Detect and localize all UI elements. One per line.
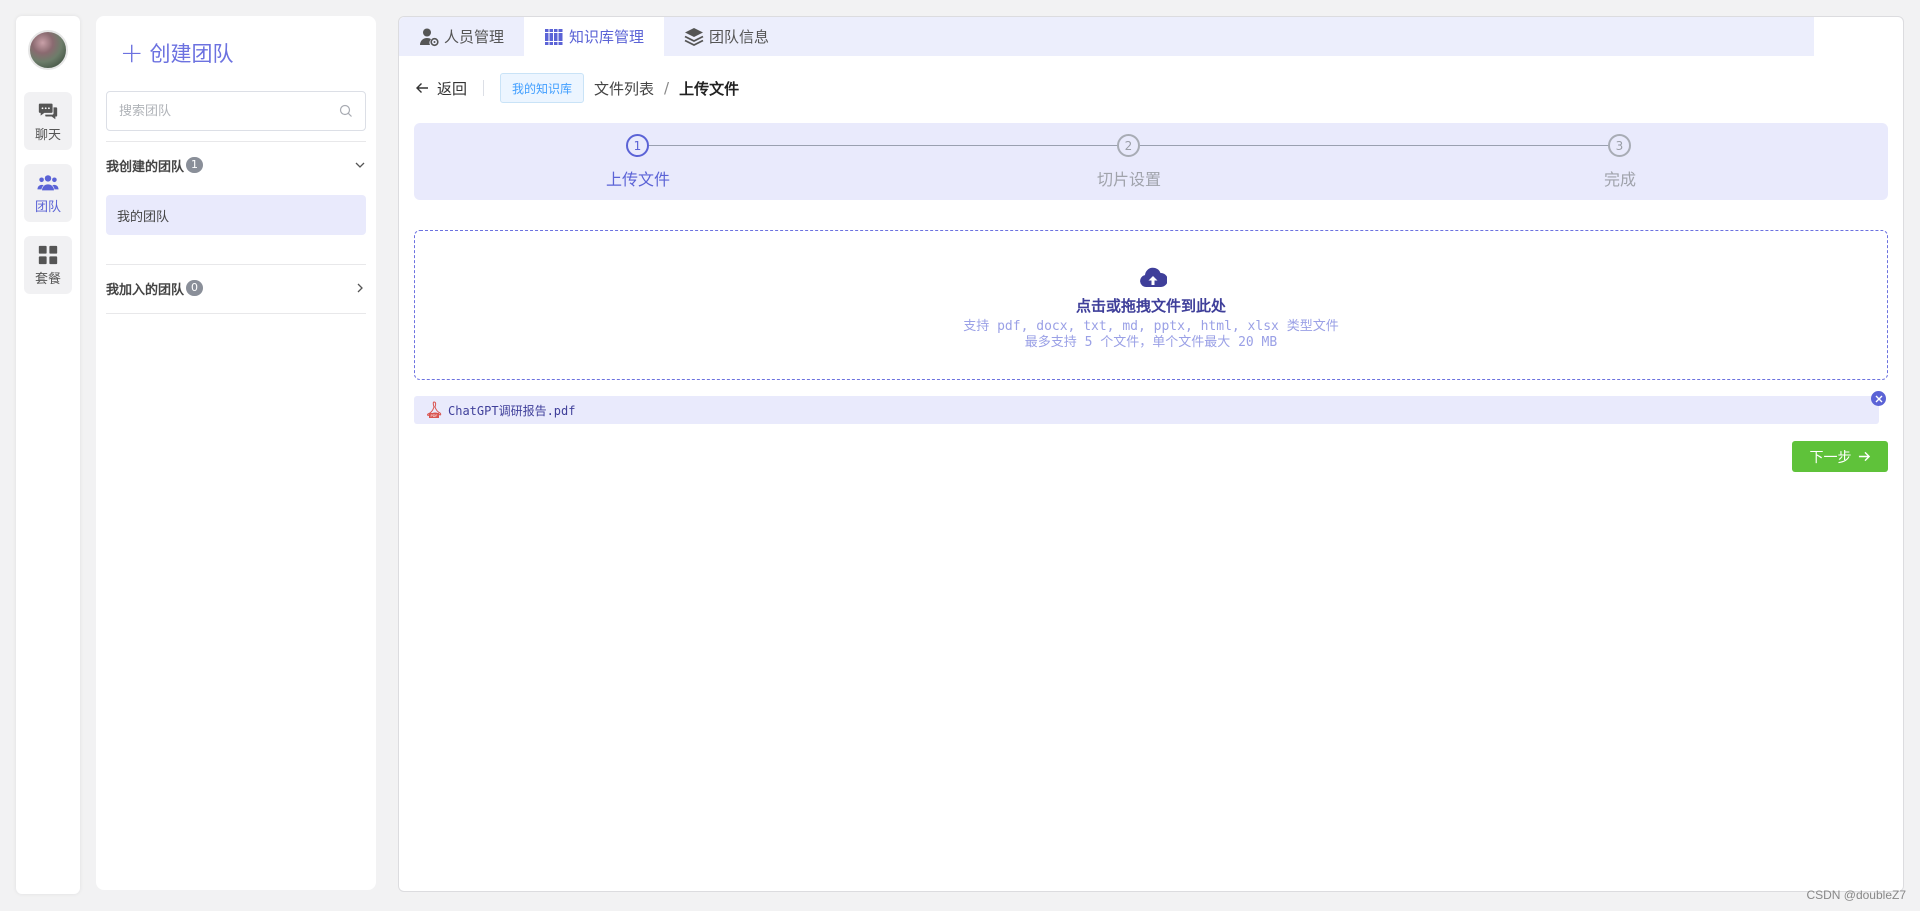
avatar[interactable] <box>28 30 68 70</box>
step-title: 切片设置 <box>1096 170 1162 189</box>
chevron-down-icon <box>355 162 365 168</box>
arrow-left-icon <box>416 83 428 93</box>
dropzone-title: 点击或拖拽文件到此处 <box>1075 297 1226 315</box>
tab-member-management[interactable]: 人员管理 <box>399 17 524 56</box>
tab-knowledge-base[interactable]: 知识库管理 <box>524 17 665 56</box>
joined-teams-header[interactable]: 我加入的团队 0 <box>106 276 366 300</box>
tab-team-info[interactable]: 团队信息 <box>664 17 789 56</box>
back-button[interactable]: 返回 <box>415 78 467 99</box>
count-badge: 1 <box>186 157 204 173</box>
team-panel: + 创建团队 我创建的团队 1 我的团队 我加入的团队 0 <box>96 16 376 890</box>
grid-icon <box>38 245 58 264</box>
search-input[interactable] <box>119 103 339 119</box>
step-number: 3 <box>1608 134 1631 157</box>
svg-text:PDF: PDF <box>430 414 437 418</box>
plus-icon: + <box>120 36 144 69</box>
tab-label: 人员管理 <box>444 28 505 46</box>
breadcrumb-file-list[interactable]: 文件列表 <box>594 78 654 99</box>
chat-icon <box>38 103 58 119</box>
created-teams-header[interactable]: 我创建的团队 1 <box>106 153 366 177</box>
upload-steps: 1 上传文件 2 切片设置 3 完成 <box>414 123 1888 200</box>
dropzone-tip-limit: 最多支持 5 个文件，单个文件最大 20 MB <box>1024 335 1278 350</box>
step-title: 上传文件 <box>605 170 671 189</box>
step-connector <box>1140 145 1609 146</box>
rail-item-package[interactable]: 套餐 <box>24 236 72 294</box>
layers-icon <box>684 27 704 46</box>
breadcrumb-current: 上传文件 <box>679 79 740 98</box>
cloud-upload-icon <box>1140 267 1167 287</box>
divider <box>106 313 366 314</box>
main-content: 人员管理 知识库管理 团队信息 返回 我的知识库 文件列表 / 上传文件 1 上… <box>398 16 1904 892</box>
next-label: 下一步 <box>1809 449 1852 466</box>
books-icon <box>545 28 563 45</box>
breadcrumb: 文件列表 / 上传文件 <box>594 78 739 99</box>
divider <box>483 80 485 96</box>
next-step-button[interactable]: 下一步 <box>1792 441 1888 472</box>
rail-item-label: 聊天 <box>34 127 61 143</box>
group-title: 我加入的团队 <box>106 282 185 298</box>
left-rail: 聊天 团队 套餐 <box>16 16 80 894</box>
rail-item-team[interactable]: 团队 <box>24 164 72 222</box>
search-icon[interactable] <box>339 104 353 118</box>
file-dropzone[interactable]: 点击或拖拽文件到此处 支持 pdf, docx, txt, md, pptx, … <box>414 230 1888 380</box>
team-icon <box>37 174 59 190</box>
create-team-button[interactable]: + 创建团队 <box>120 38 233 68</box>
tab-bar: 人员管理 知识库管理 团队信息 <box>399 17 1814 56</box>
create-team-label: 创建团队 <box>149 42 234 66</box>
back-label: 返回 <box>437 79 468 98</box>
remove-file-button[interactable] <box>1871 391 1886 406</box>
step-title: 完成 <box>1603 170 1637 189</box>
team-item-my-team[interactable]: 我的团队 <box>106 195 366 235</box>
close-icon <box>1875 395 1882 402</box>
pdf-icon: PDF <box>427 401 442 418</box>
rail-item-chat[interactable]: 聊天 <box>24 92 72 150</box>
step-number: 2 <box>1117 134 1140 157</box>
divider <box>106 264 366 265</box>
step-number: 1 <box>626 134 649 157</box>
breadcrumb-bar: 返回 我的知识库 文件列表 / 上传文件 <box>415 73 739 103</box>
count-badge: 0 <box>186 280 204 296</box>
arrow-right-icon <box>1858 451 1870 462</box>
user-gear-icon <box>420 28 439 46</box>
divider <box>106 141 366 142</box>
team-item-label: 我的团队 <box>117 209 170 225</box>
rail-item-label: 套餐 <box>34 271 61 287</box>
step-connector <box>649 145 1118 146</box>
tab-label: 团队信息 <box>709 28 770 46</box>
team-search <box>106 91 366 131</box>
breadcrumb-separator: / <box>664 79 670 97</box>
tab-label: 知识库管理 <box>569 28 645 46</box>
rail-item-label: 团队 <box>34 199 61 215</box>
group-title: 我创建的团队 <box>106 159 185 175</box>
file-list-item: PDF ChatGPT调研报告.pdf <box>414 396 1879 424</box>
knowledge-base-tag[interactable]: 我的知识库 <box>500 73 585 103</box>
watermark: CSDN @doubleZ7 <box>1806 888 1906 902</box>
chevron-right-icon <box>357 283 363 293</box>
file-name: ChatGPT调研报告.pdf <box>448 403 576 418</box>
